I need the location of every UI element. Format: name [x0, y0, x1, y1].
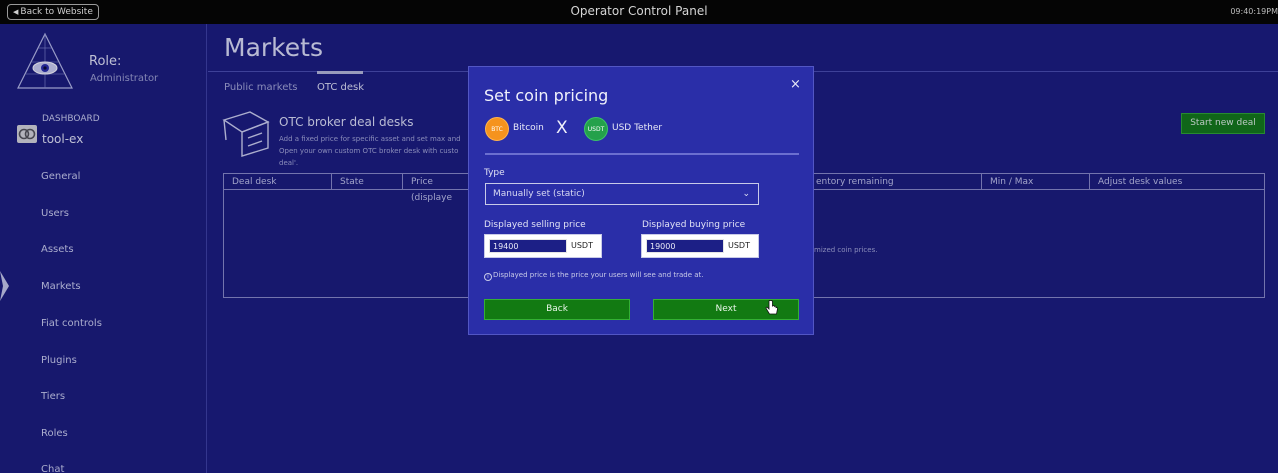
hand-cursor-icon: [765, 300, 778, 315]
selling-price-field: USDT: [484, 234, 602, 258]
buying-price-unit: USDT: [728, 241, 750, 250]
set-coin-pricing-modal: Set coin pricing × BTC Bitcoin X USDT US…: [468, 66, 814, 335]
back-button[interactable]: Back: [484, 299, 630, 320]
info-icon: i: [484, 273, 492, 281]
selling-price-input[interactable]: [489, 239, 567, 253]
base-coin-name: Bitcoin: [513, 123, 544, 133]
modal-title: Set coin pricing: [484, 86, 609, 105]
pair-separator: X: [556, 118, 568, 138]
app-title: Operator Control Panel: [570, 4, 708, 18]
quote-coin-name: USD Tether: [612, 123, 663, 133]
selling-price-unit: USDT: [571, 241, 593, 250]
top-bar: ◀ Back to Website Operator Control Panel …: [0, 0, 1278, 24]
clock: 09:40:19PM: [1230, 7, 1278, 16]
usdt-coin-icon: USDT: [584, 117, 608, 141]
buying-price-label: Displayed buying price: [642, 220, 746, 230]
price-info-note: i Displayed price is the price your users…: [484, 271, 704, 281]
price-info-text: Displayed price is the price your users …: [493, 271, 704, 279]
type-label: Type: [484, 168, 505, 178]
buying-price-field: USDT: [641, 234, 759, 258]
modal-divider: [485, 153, 799, 155]
btc-coin-icon: BTC: [485, 117, 509, 141]
close-icon[interactable]: ×: [790, 77, 801, 92]
type-select-value: Manually set (static): [493, 189, 585, 199]
buying-price-input[interactable]: [646, 239, 724, 253]
chevron-down-icon: ⌄: [742, 189, 750, 199]
type-select[interactable]: Manually set (static) ⌄: [485, 183, 759, 205]
selling-price-label: Displayed selling price: [484, 220, 586, 230]
